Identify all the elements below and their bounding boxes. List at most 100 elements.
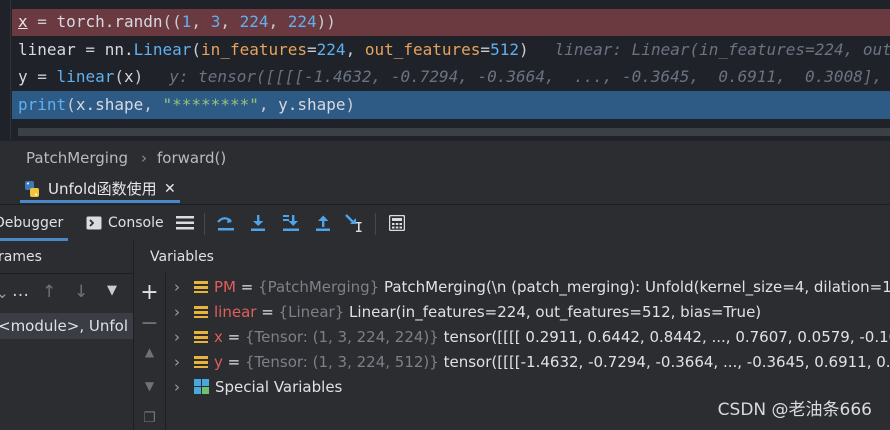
active-tab-indicator <box>20 200 180 203</box>
variable-row-y[interactable]: › y = {Tensor: (1, 3, 224, 512)} tensor([… <box>166 350 890 375</box>
code-token: 224 <box>316 40 346 59</box>
breadcrumb-item-method[interactable]: forward() <box>157 141 226 175</box>
variable-name: PM <box>214 278 236 296</box>
frame-row-selected[interactable]: <module>, Unfol <box>0 313 133 339</box>
tab-debugger[interactable]: Debugger <box>0 205 63 241</box>
variables-title: Variables <box>150 249 214 265</box>
calculator-icon[interactable] <box>385 211 409 235</box>
code-token: y.shape <box>278 95 346 114</box>
special-variables-icon <box>194 379 209 394</box>
variable-name: y <box>214 353 223 371</box>
code-line-3[interactable]: y = linear(x) y: tensor([[[[-1.4632, -0.7… <box>18 64 882 90</box>
variable-icon <box>194 356 208 368</box>
code-token: , <box>258 95 279 114</box>
code-token: 224 <box>239 12 269 31</box>
variable-icon <box>194 331 208 343</box>
variable-value: Linear(in_features=224, out_features=512… <box>349 303 762 321</box>
chevron-right-icon[interactable]: › <box>174 378 180 396</box>
variable-type: {Tensor: (1, 3, 224, 224)} <box>245 328 439 346</box>
code-token: linear <box>56 67 115 86</box>
code-token: , <box>345 40 365 59</box>
code-line-1[interactable]: x = torch.randn((1, 3, 224, 224)) <box>18 9 336 35</box>
code-token: in_features <box>201 40 308 59</box>
variable-row-pm[interactable]: › PM = {PatchMerging} PatchMerging(\n (pa… <box>166 275 890 300</box>
code-editor[interactable]: x = torch.randn((1, 3, 224, 224)) linear… <box>0 0 890 140</box>
inline-value-hint: linear: Linear(in_features=224, out_ <box>554 40 890 59</box>
variable-value: tensor([[[[ 0.2911, 0.6442, 0.8442, ...,… <box>443 328 890 346</box>
variable-name: x <box>214 328 223 346</box>
step-over-icon[interactable] <box>214 211 238 235</box>
inline-value-hint: y: tensor([[[[-1.4632, -0.7294, -0.3664,… <box>169 67 883 86</box>
more-icon[interactable]: … <box>12 281 29 301</box>
divider <box>0 273 133 274</box>
code-token: print <box>18 95 67 114</box>
code-token: x <box>123 67 134 86</box>
variable-equals: = <box>236 278 259 296</box>
variable-name: Special Variables <box>215 378 343 396</box>
debug-toolbar: Debugger Console <box>0 205 890 242</box>
code-line-4[interactable]: print(x.shape, "********", y.shape) <box>18 92 355 118</box>
code-token: ( <box>191 40 202 59</box>
menu-lines-icon[interactable] <box>173 211 197 235</box>
move-down-icon[interactable]: ▼ <box>134 379 165 393</box>
console-icon[interactable] <box>82 211 106 235</box>
run-to-cursor-icon[interactable] <box>343 211 367 235</box>
frames-title: rames <box>0 249 42 265</box>
code-line-2[interactable]: linear = nn.Linear(in_features=224, out_… <box>18 37 890 63</box>
remove-watch-icon[interactable]: − <box>134 311 165 336</box>
code-token: 1 <box>181 12 192 31</box>
step-into-icon[interactable] <box>246 211 270 235</box>
code-token: (( <box>162 12 182 31</box>
variable-type: {Linear} <box>278 303 345 321</box>
variable-value: tensor([[[[-1.4632, -0.7294, -0.3664, ..… <box>443 353 890 371</box>
code-token: = <box>480 40 491 59</box>
thread-selector-icon[interactable]: ⌄ <box>0 284 9 302</box>
code-token: y <box>18 67 28 86</box>
code-token: = <box>27 67 57 86</box>
code-token: 3 <box>210 12 221 31</box>
variable-name: linear <box>214 303 257 321</box>
watermark: CSDN @老油条666 <box>717 400 872 420</box>
arrow-down-icon[interactable]: ↓ <box>74 282 88 302</box>
code-token: = <box>27 12 57 31</box>
dropdown-icon[interactable]: ▼ <box>107 283 117 298</box>
code-token: Linear <box>133 40 192 59</box>
step-out-icon[interactable] <box>311 211 335 235</box>
code-token: , <box>268 12 288 31</box>
variable-equals: = <box>222 353 245 371</box>
code-token: ( <box>66 95 76 114</box>
chevron-right-icon[interactable]: › <box>174 353 180 371</box>
variable-row-x[interactable]: › x = {Tensor: (1, 3, 224, 224)} tensor([… <box>166 325 890 350</box>
chevron-right-icon[interactable]: › <box>174 328 180 346</box>
code-token: ) <box>133 67 144 86</box>
code-token: , <box>143 95 163 114</box>
variable-icon <box>194 281 208 293</box>
code-token: 512 <box>490 40 519 59</box>
variable-row-linear[interactable]: › linear = {Linear} Linear(in_features=22… <box>166 300 890 325</box>
code-token: out_features <box>364 40 481 59</box>
copy-icon[interactable]: ❐ <box>134 410 165 426</box>
add-watch-icon[interactable]: + <box>134 280 165 305</box>
frames-panel: rames ⌄ … ↑ ↓ ▼ <module>, Unfol <box>0 241 134 430</box>
variable-icon <box>194 306 208 318</box>
step-into-my-code-icon[interactable] <box>279 211 303 235</box>
code-token: torch. <box>56 12 115 31</box>
breadcrumb-item-class[interactable]: PatchMerging <box>26 141 128 175</box>
arrow-up-icon[interactable]: ↑ <box>42 282 56 302</box>
python-icon <box>25 181 39 197</box>
chevron-right-icon[interactable]: › <box>174 303 180 321</box>
tab-console[interactable]: Console <box>108 205 164 241</box>
toolbar-divider <box>375 213 376 235</box>
variable-value: PatchMerging(\n (patch_merging): Unfold(… <box>383 278 890 296</box>
variables-side-toolbar: + − ▲ ▼ ❐ <box>134 273 166 430</box>
code-token: ) <box>518 40 529 59</box>
code-token: ( <box>114 67 124 86</box>
code-token: nn. <box>104 40 134 59</box>
frame-label: <module>, Unfol <box>0 317 128 335</box>
horizontal-scrollbar[interactable] <box>18 128 890 136</box>
chevron-right-icon[interactable]: › <box>174 278 180 296</box>
variable-equals: = <box>222 328 245 346</box>
code-token: = <box>307 40 317 59</box>
move-up-icon[interactable]: ▲ <box>134 345 165 359</box>
code-token: x.shape <box>75 95 144 114</box>
